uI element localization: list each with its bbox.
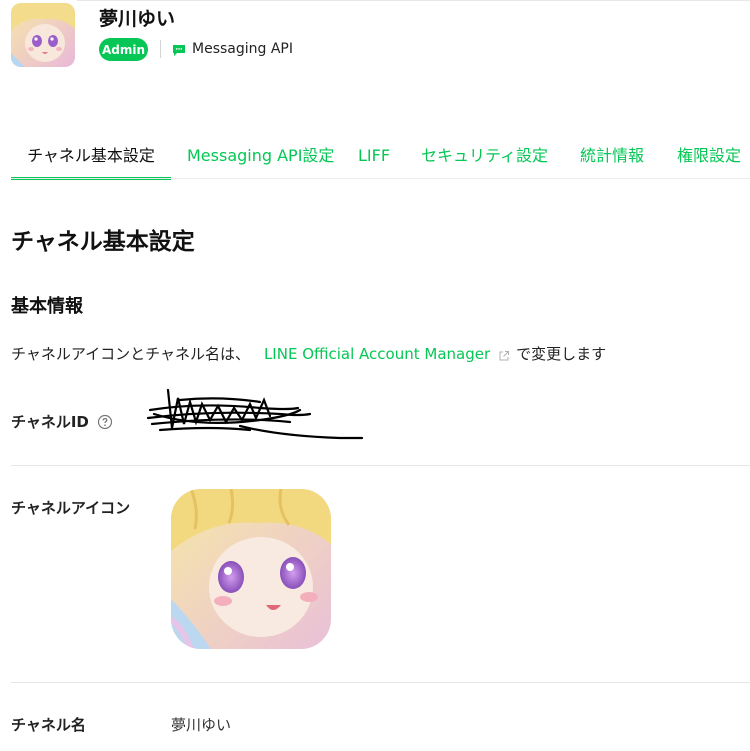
oam-link[interactable]: LINE Official Account Manager [264, 345, 490, 363]
tab-basic-settings[interactable]: チャネル基本設定 [11, 134, 171, 180]
tab-security[interactable]: セキュリティ設定 [421, 134, 548, 178]
row-divider-2 [11, 682, 750, 683]
messaging-api-indicator: Messaging API [172, 40, 293, 58]
channel-avatar [11, 3, 75, 67]
info-suffix: で変更します [516, 345, 607, 363]
role-badge: Admin [99, 38, 148, 61]
page-title: チャネル基本設定 [11, 229, 195, 255]
messaging-api-label: Messaging API [192, 41, 293, 57]
tab-messaging-api[interactable]: Messaging API設定 [187, 134, 334, 178]
header-separator [160, 40, 161, 58]
channel-icon-image [171, 489, 331, 649]
channel-name-value: 夢川ゆい [171, 716, 232, 734]
channel-id-row: チャネルID [11, 411, 113, 432]
tab-permissions[interactable]: 権限設定 [677, 134, 741, 178]
tabs-bottom-border [11, 178, 750, 179]
external-link-icon [498, 348, 510, 360]
help-icon[interactable] [97, 414, 113, 430]
info-text: チャネルアイコンとチャネル名は、 LINE Official Account M… [11, 343, 606, 364]
row-divider-1 [11, 465, 750, 466]
top-border [77, 0, 750, 1]
chat-bubble-icon [172, 42, 186, 56]
channel-id-label: チャネルID [11, 413, 89, 431]
redacted-channel-id-scribble [140, 380, 370, 446]
channel-name-label: チャネル名 [11, 716, 86, 734]
tab-liff[interactable]: LIFF [358, 134, 390, 178]
info-prefix: チャネルアイコンとチャネル名は、 [11, 345, 250, 363]
settings-tabs: チャネル基本設定 Messaging API設定 LIFF セキュリティ設定 統… [0, 134, 750, 180]
section-title: 基本情報 [11, 296, 83, 317]
channel-icon-label: チャネルアイコン [11, 499, 131, 517]
channel-name-heading: 夢川ゆい [99, 8, 176, 30]
tab-statistics[interactable]: 統計情報 [580, 134, 644, 178]
